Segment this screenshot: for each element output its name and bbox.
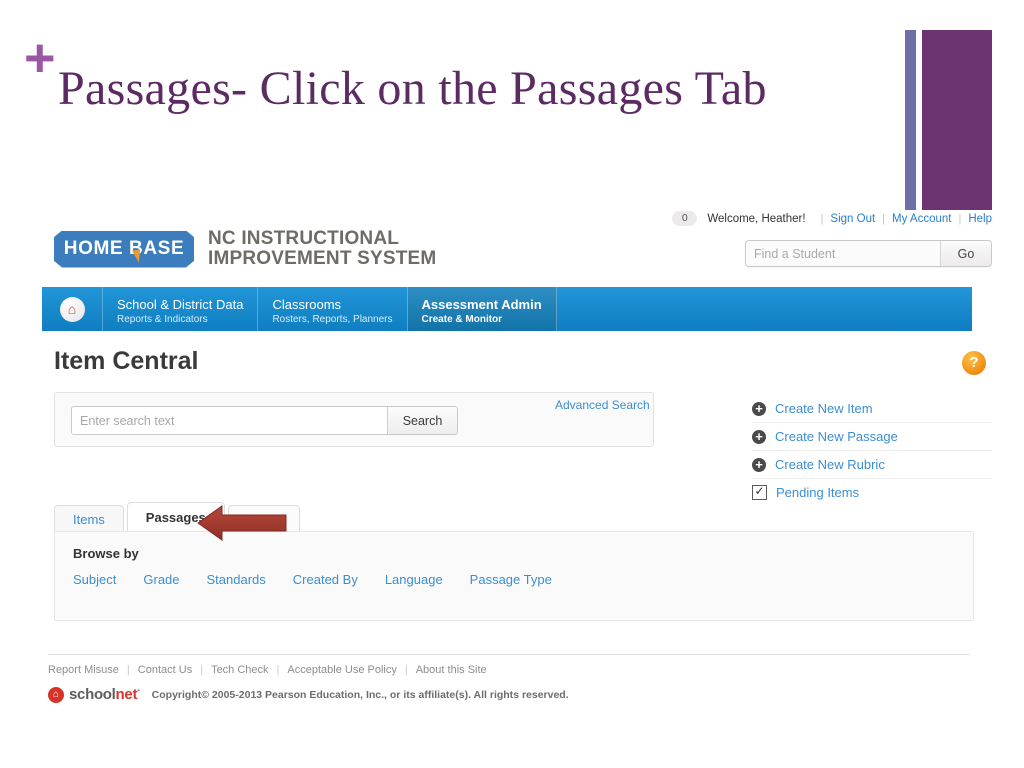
sign-out-link[interactable]: Sign Out [830, 213, 875, 225]
browse-heading: Browse by [73, 546, 139, 561]
plus-circle-icon: + [752, 429, 766, 444]
action-label[interactable]: Create New Rubric [775, 457, 885, 472]
action-label[interactable]: Create New Passage [775, 429, 898, 444]
nav-item-subtitle: Create & Monitor [421, 314, 503, 325]
browse-link-language[interactable]: Language [385, 572, 443, 587]
help-question-icon[interactable]: ? [962, 351, 986, 375]
home-icon: ⌂ [59, 296, 85, 322]
footer-separator-2: | [200, 664, 204, 676]
nav-home-button[interactable]: ⌂ [42, 287, 103, 331]
decor-bar-thin [905, 30, 916, 210]
schoolnet-trademark: • [137, 686, 140, 695]
utility-bar: 0 Welcome, Heather! | Sign Out | My Acco… [672, 211, 992, 226]
nav-item-title: Assessment Admin [421, 297, 542, 312]
advanced-search-link[interactable]: Advanced Search [555, 398, 650, 412]
schoolnet-word-net: net [115, 686, 138, 703]
browse-link-passage-type[interactable]: Passage Type [470, 572, 552, 587]
checkbox-checked-icon: ✓ [752, 485, 767, 500]
action-create-new-item[interactable]: + Create New Item [752, 395, 992, 423]
footer-links: Report Misuse | Contact Us | Tech Check … [48, 664, 487, 676]
find-student-group: Go [745, 240, 992, 267]
main-navigation: ⌂ School & District Data Reports & Indic… [42, 287, 972, 331]
home-base-logo[interactable]: HOME BASE [54, 230, 194, 268]
tab-items[interactable]: Items [54, 505, 124, 532]
footer-link-contact-us[interactable]: Contact Us [138, 664, 192, 676]
welcome-text: Welcome, Heather! [707, 212, 806, 225]
schoolnet-word-school: school [69, 686, 116, 703]
browse-link-standards[interactable]: Standards [207, 572, 266, 587]
schoolnet-wordmark: schoolnet• [69, 686, 140, 703]
nav-item-title: Classrooms [272, 297, 342, 312]
schoolnet-home-icon: ⌂ [48, 686, 64, 703]
nav-item-classrooms[interactable]: Classrooms Rosters, Reports, Planners [258, 287, 408, 331]
utility-separator-1: | [820, 212, 824, 225]
footer-link-acceptable-use-policy[interactable]: Acceptable Use Policy [287, 664, 396, 676]
footer-brand: ⌂ schoolnet• Copyright© 2005-2013 Pearso… [48, 686, 569, 703]
application-screenshot: 0 Welcome, Heather! | Sign Out | My Acco… [42, 207, 992, 707]
search-input[interactable] [72, 407, 387, 434]
browse-link-subject[interactable]: Subject [73, 572, 116, 587]
help-link[interactable]: Help [968, 213, 992, 225]
nav-item-subtitle: Reports & Indicators [117, 314, 208, 325]
footer-separator-1: | [126, 664, 130, 676]
footer-separator-4: | [404, 664, 408, 676]
nav-filler [557, 287, 972, 331]
footer-link-tech-check[interactable]: Tech Check [211, 664, 268, 676]
system-name: NC INSTRUCTIONAL IMPROVEMENT SYSTEM [208, 229, 436, 269]
action-label[interactable]: Create New Item [775, 401, 873, 416]
plus-circle-icon: + [752, 457, 766, 472]
nav-item-subtitle: Rosters, Reports, Planners [272, 314, 393, 325]
browse-link-grade[interactable]: Grade [143, 572, 179, 587]
system-name-line1: NC INSTRUCTIONAL [208, 228, 400, 249]
action-create-new-passage[interactable]: + Create New Passage [752, 423, 992, 451]
browse-panel: Browse by Subject Grade Standards Create… [54, 531, 974, 621]
nav-item-title: School & District Data [117, 297, 244, 312]
my-account-link[interactable]: My Account [892, 213, 951, 225]
slide-title: Passages- Click on the Passages Tab [58, 62, 767, 115]
action-create-new-rubric[interactable]: + Create New Rubric [752, 451, 992, 479]
action-list: + Create New Item + Create New Passage +… [752, 395, 992, 506]
utility-separator-2: | [882, 212, 886, 225]
footer-link-about-this-site[interactable]: About this Site [416, 664, 487, 676]
find-student-input[interactable] [746, 241, 940, 266]
nav-item-school-district-data[interactable]: School & District Data Reports & Indicat… [103, 287, 259, 331]
nav-item-assessment-admin[interactable]: Assessment Admin Create & Monitor [407, 287, 557, 331]
search-button[interactable]: Search [387, 407, 457, 434]
browse-link-list: Subject Grade Standards Created By Langu… [73, 572, 579, 587]
decor-bar-wide [922, 30, 992, 210]
page-title: Item Central [54, 347, 199, 375]
action-pending-items[interactable]: ✓ Pending Items [752, 479, 992, 506]
find-student-go-button[interactable]: Go [940, 241, 991, 266]
search-panel: Search Advanced Search [54, 392, 654, 447]
branding-block: HOME BASE NC INSTRUCTIONAL IMPROVEMENT S… [54, 229, 436, 269]
content-tabs: Items Passages [54, 502, 303, 532]
action-label[interactable]: Pending Items [776, 485, 859, 500]
footer-divider [48, 654, 970, 655]
system-name-line2: IMPROVEMENT SYSTEM [208, 248, 437, 269]
copyright-text: Copyright© 2005-2013 Pearson Education, … [151, 688, 569, 701]
footer-link-report-misuse[interactable]: Report Misuse [48, 664, 119, 676]
utility-separator-3: | [958, 212, 962, 225]
home-base-logo-accent-icon [132, 249, 142, 263]
footer-separator-3: | [276, 664, 280, 676]
plus-circle-icon: + [752, 401, 766, 416]
notification-count-badge: 0 [672, 211, 698, 226]
home-base-logo-text: HOME BASE [63, 238, 185, 259]
tab-placeholder [227, 505, 300, 532]
search-group: Search [71, 406, 458, 435]
tab-passages[interactable]: Passages [126, 502, 225, 532]
browse-link-created-by[interactable]: Created By [293, 572, 358, 587]
